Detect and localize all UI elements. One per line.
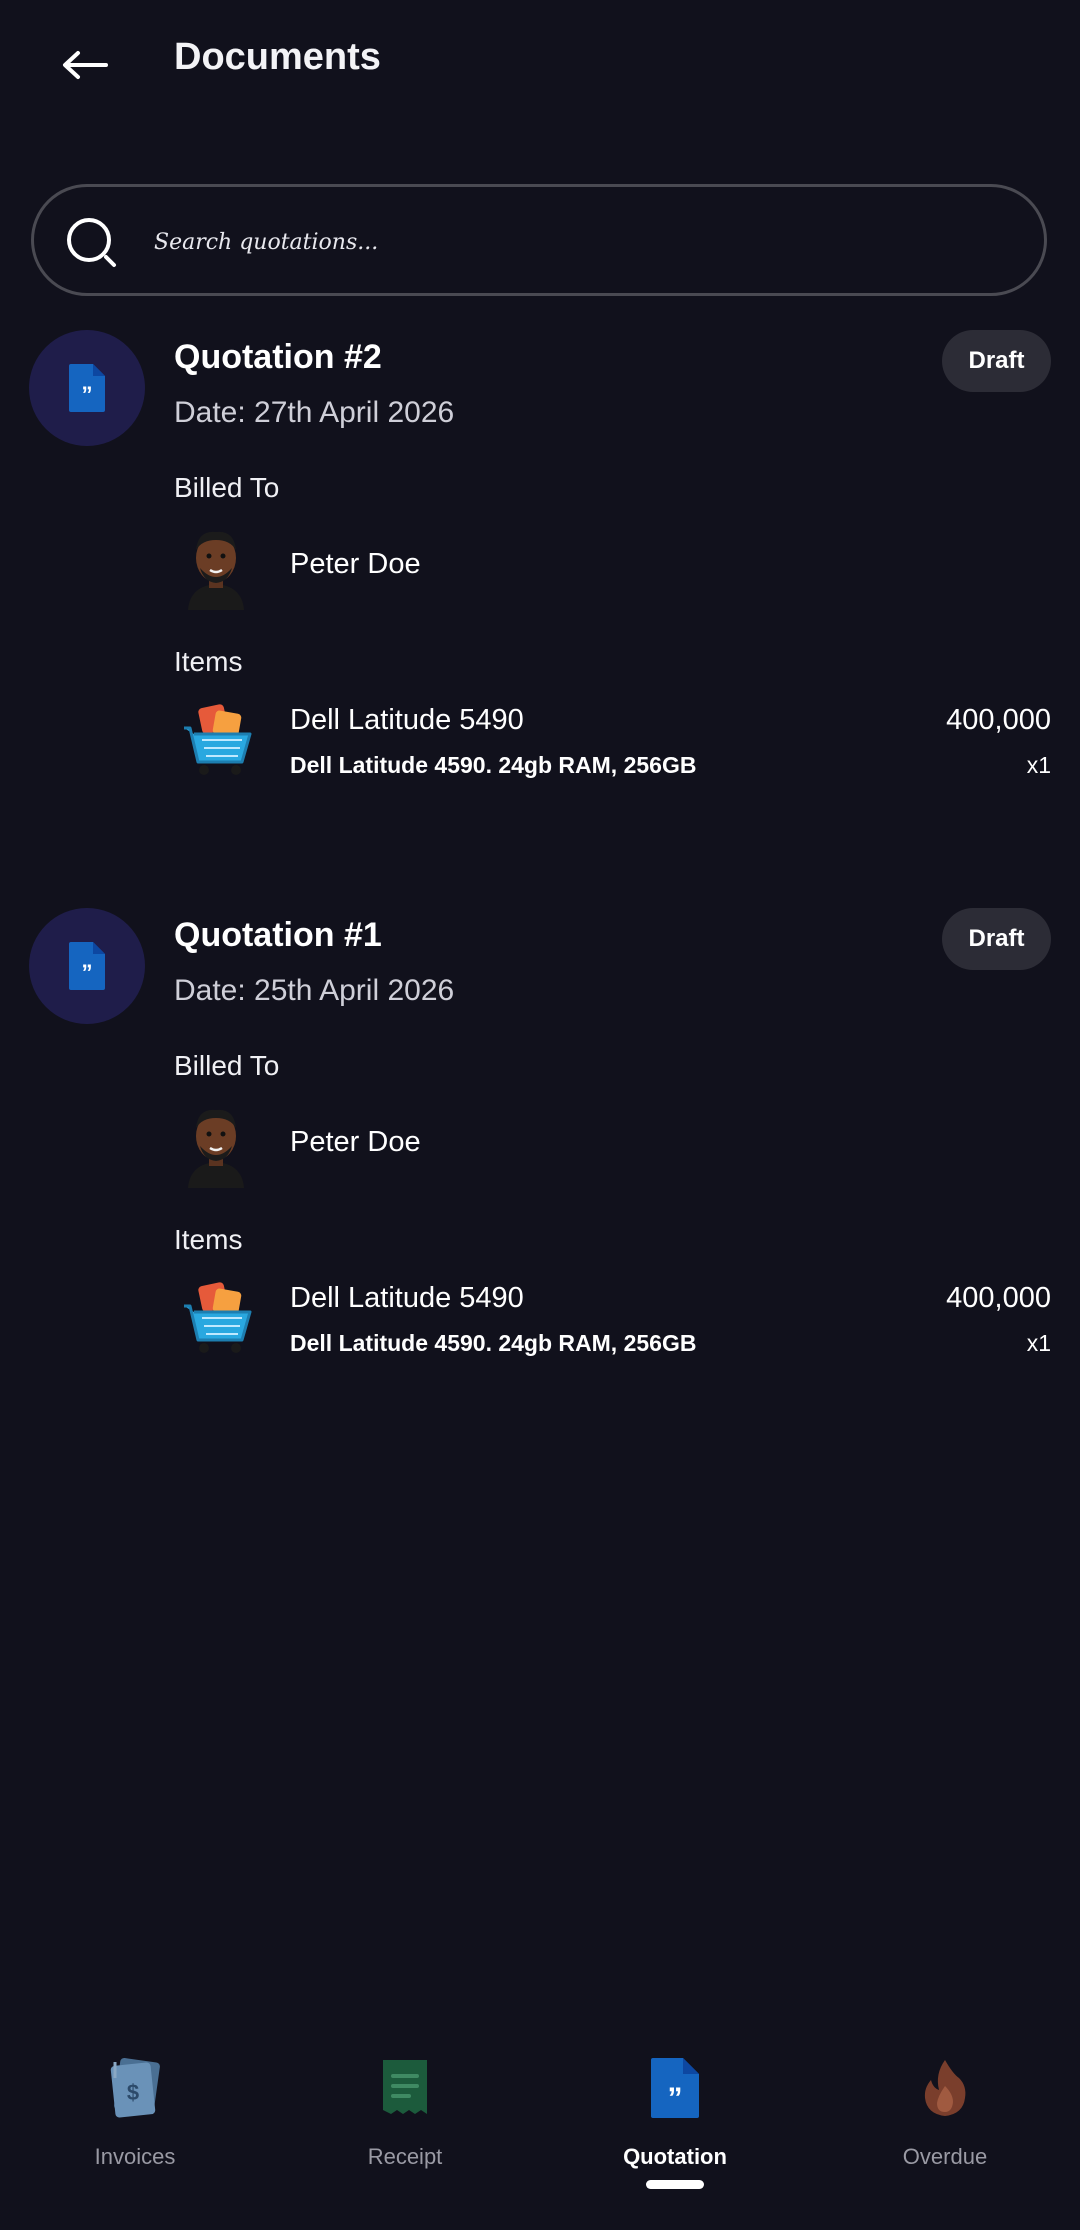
nav-item-overdue[interactable]: Overdue <box>845 2030 1045 2190</box>
item-price: 400,000 <box>946 1282 1051 1314</box>
nav-label: Invoices <box>94 2144 176 2169</box>
receipt-icon <box>383 2060 427 2114</box>
shopping-cart-icon <box>184 704 252 775</box>
nav-item-receipt[interactable]: Receipt <box>305 2030 505 2190</box>
search-icon <box>67 218 116 267</box>
billed-to-label: Billed To <box>174 472 280 503</box>
item-name: Dell Latitude 5490 <box>290 1282 524 1314</box>
search-input[interactable] <box>152 217 976 267</box>
quotation-doc-icon: ” <box>29 330 145 446</box>
quotation-date: Date: 25th April 2026 <box>174 974 455 1007</box>
item-quantity: x1 <box>1026 752 1051 778</box>
svg-text:$: $ <box>127 2080 139 2105</box>
quotation-date: Date: 27th April 2026 <box>174 396 455 429</box>
billed-to-label: Billed To <box>174 1050 280 1081</box>
svg-text:”: ” <box>668 2082 683 2115</box>
bottom-nav: $ Invoices Receipt ” Quotation Overdue <box>0 2030 1080 2230</box>
active-tab-indicator <box>646 2180 704 2189</box>
shopping-cart-icon <box>184 1282 252 1353</box>
client-name: Peter Doe <box>290 548 421 580</box>
page-title: Documents <box>174 36 381 78</box>
items-label: Items <box>174 646 243 677</box>
quotation-doc-icon: ” <box>29 908 145 1024</box>
item-description: Dell Latitude 4590. 24gb RAM, 256GB <box>290 752 697 778</box>
nav-item-invoices[interactable]: $ Invoices <box>35 2030 235 2190</box>
quotation-card[interactable]: ” Quotation #2 Date: 27th April 2026 Dra… <box>0 330 1080 830</box>
client-name: Peter Doe <box>290 1126 421 1158</box>
quotation-card[interactable]: ” Quotation #1 Date: 25th April 2026 Dra… <box>0 908 1080 1408</box>
quotation-title: Quotation #2 <box>174 338 382 376</box>
arrow-left-icon <box>63 51 108 79</box>
fire-icon <box>924 2060 966 2116</box>
nav-label: Receipt <box>367 2144 443 2169</box>
search-bar[interactable] <box>31 184 1047 296</box>
avatar <box>188 1109 244 1188</box>
status-badge: Draft <box>942 908 1051 970</box>
quotation-title: Quotation #1 <box>174 916 382 954</box>
svg-text:”: ” <box>82 382 93 407</box>
status-badge: Draft <box>942 330 1051 392</box>
invoice-icon: $ <box>110 2057 160 2118</box>
svg-text:”: ” <box>82 960 93 985</box>
item-price: 400,000 <box>946 704 1051 736</box>
avatar <box>188 531 244 610</box>
items-label: Items <box>174 1224 243 1255</box>
item-quantity: x1 <box>1026 1330 1051 1356</box>
app-header: Documents <box>0 0 1080 120</box>
quotation-icon: ” <box>651 2058 699 2118</box>
nav-item-quotation[interactable]: ” Quotation <box>575 2030 775 2190</box>
item-description: Dell Latitude 4590. 24gb RAM, 256GB <box>290 1330 697 1356</box>
back-button[interactable] <box>40 20 130 110</box>
nav-label: Quotation <box>623 2144 727 2169</box>
item-name: Dell Latitude 5490 <box>290 704 524 736</box>
nav-label: Overdue <box>902 2144 988 2169</box>
